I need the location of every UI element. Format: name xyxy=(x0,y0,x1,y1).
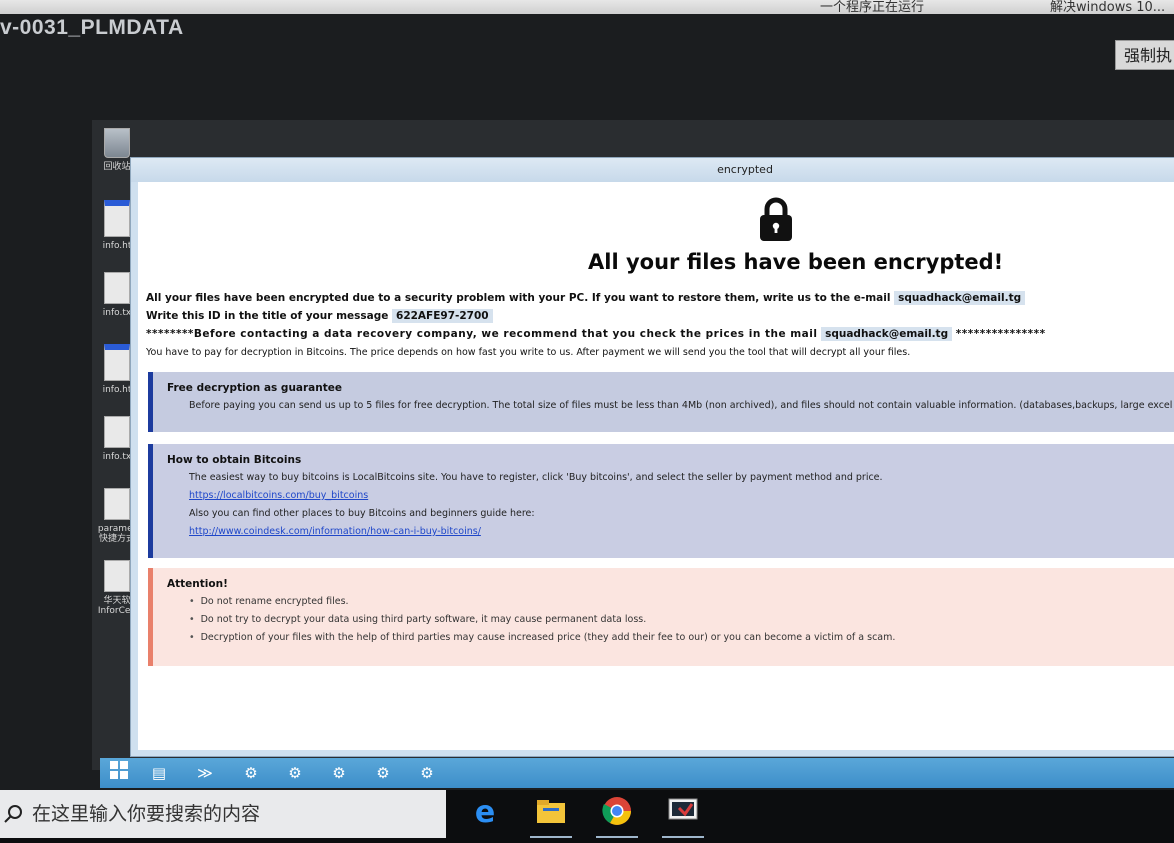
desktop-icon-label: info.tx xyxy=(102,452,132,462)
ransom-headline: All your files have been encrypted! xyxy=(588,250,1004,274)
chrome-icon[interactable] xyxy=(594,794,640,838)
top-strip-left-text: 一个程序正在运行 xyxy=(820,0,925,15)
stars-suffix: *************** xyxy=(955,328,1046,340)
list-item: Decryption of your files with the help o… xyxy=(189,632,1174,643)
list-item: Do not rename encrypted files. xyxy=(189,596,1174,607)
svg-text:e: e xyxy=(475,795,495,828)
padlock-icon xyxy=(760,197,792,241)
desktop-icon-label: info.ht xyxy=(102,385,132,395)
desktop-icon-label: info.tx xyxy=(102,308,132,318)
taskbar-app-icon[interactable]: ⚙ xyxy=(368,761,398,785)
instruction-line-3: ********Before contacting a data recover… xyxy=(146,327,1046,341)
edge-icon[interactable]: e xyxy=(462,794,508,838)
panel-text: Before paying you can send us up to 5 fi… xyxy=(189,400,1174,411)
host-top-strip: 一个程序正在运行 解决windows 10... xyxy=(0,0,1174,15)
desktop-icon-label: info.ht xyxy=(102,241,132,251)
desktop-icon-label: 回收站 xyxy=(103,162,131,172)
recycle-bin-icon xyxy=(104,128,130,158)
search-input[interactable]: 在这里输入你要搜索的内容 xyxy=(0,790,446,838)
instruction-text: All your files have been encrypted due t… xyxy=(146,292,891,304)
list-item: Do not try to decrypt your data using th… xyxy=(189,614,1174,625)
attention-list: Do not rename encrypted files. Do not tr… xyxy=(167,596,1174,643)
taskbar-app-icon[interactable]: ⚙ xyxy=(280,761,310,785)
instruction-text: Write this ID in the title of your messa… xyxy=(146,310,389,322)
server-manager-icon[interactable]: ▤ xyxy=(144,761,174,785)
text-file-icon xyxy=(104,416,130,448)
taskbar-app-icon[interactable]: ⚙ xyxy=(412,761,442,785)
text-file-icon xyxy=(104,272,130,304)
remote-taskbar: ▤ ≫ ⚙ ⚙ ⚙ ⚙ ⚙ xyxy=(100,758,1174,788)
bitcoins-panel: How to obtain Bitcoins The easiest way t… xyxy=(148,444,1174,558)
panel-text: Also you can find other places to buy Bi… xyxy=(189,508,535,519)
host-taskbar: 在这里输入你要搜索的内容 e xyxy=(0,790,1174,843)
windows-start-icon[interactable] xyxy=(104,761,134,785)
attention-panel: Attention! Do not rename encrypted files… xyxy=(148,568,1174,666)
instruction-line-1: All your files have been encrypted due t… xyxy=(146,291,1026,305)
html-file-icon xyxy=(104,200,130,237)
top-strip-right-text: 解决windows 10... xyxy=(1050,0,1166,15)
localbitcoins-link[interactable]: https://localbitcoins.com/buy_bitcoins xyxy=(167,490,1174,501)
victim-id[interactable]: 622AFE97-2700 xyxy=(392,309,493,323)
contact-email[interactable]: squadhack@email.tg xyxy=(894,291,1026,305)
panel-text: The easiest way to buy bitcoins is Local… xyxy=(189,472,883,483)
remote-desktop-icon[interactable] xyxy=(660,794,706,838)
taskbar-app-icon[interactable]: ⚙ xyxy=(236,761,266,785)
html-file-icon xyxy=(104,344,130,381)
shortcut-file-icon xyxy=(104,488,130,520)
file-explorer-icon[interactable] xyxy=(528,794,574,838)
panel-title: Attention! xyxy=(167,578,228,590)
search-icon xyxy=(4,805,22,823)
powershell-icon[interactable]: ≫ xyxy=(190,761,220,785)
window-titlebar[interactable]: encrypted xyxy=(131,158,1174,182)
force-close-button[interactable]: 强制执 xyxy=(1115,40,1174,70)
free-decryption-panel: Free decryption as guarantee Before payi… xyxy=(148,372,1174,432)
search-placeholder: 在这里输入你要搜索的内容 xyxy=(32,803,261,825)
instruction-line-2: Write this ID in the title of your messa… xyxy=(146,309,493,323)
instruction-line-4: You have to pay for decryption in Bitcoi… xyxy=(146,347,911,358)
contact-email-2[interactable]: squadhack@email.tg xyxy=(821,327,953,341)
instruction-text: ********Before contacting a data recover… xyxy=(146,328,818,340)
ransom-note-window: encrypted All your files have been encry… xyxy=(130,157,1174,757)
taskbar-app-icon[interactable]: ⚙ xyxy=(324,761,354,785)
panel-title: Free decryption as guarantee xyxy=(167,382,343,394)
ransom-note-body: All your files have been encrypted! All … xyxy=(138,182,1174,750)
panel-title: How to obtain Bitcoins xyxy=(167,454,302,466)
remote-session-title: v-0031_PLMDATA xyxy=(0,16,184,39)
shortcut-file-icon xyxy=(104,560,130,592)
coindesk-link[interactable]: http://www.coindesk.com/information/how-… xyxy=(167,526,1174,537)
